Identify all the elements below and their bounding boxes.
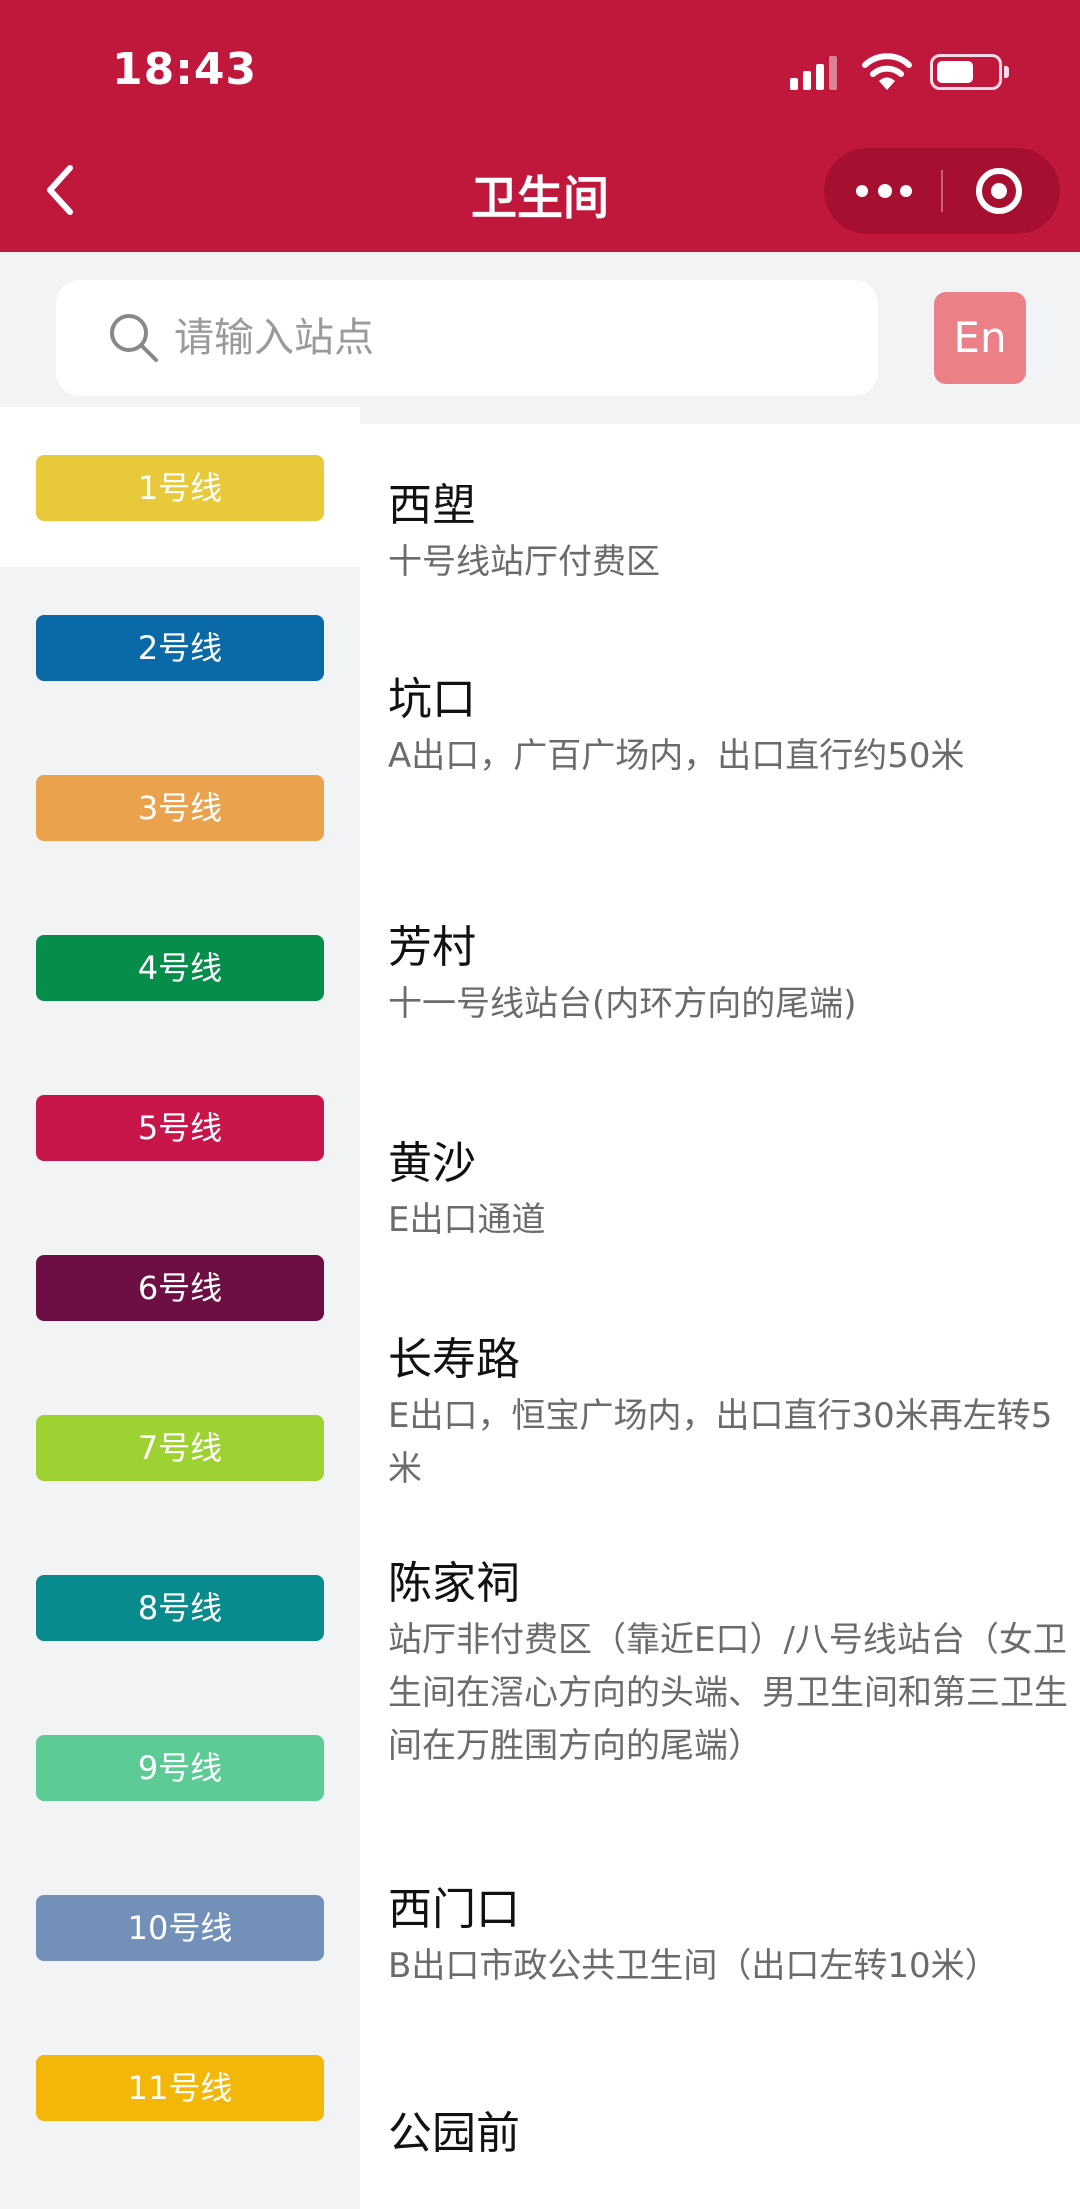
station-item[interactable]: 黄沙 E出口通道 — [388, 1136, 1068, 1247]
line-pill[interactable]: 10号线 — [36, 1895, 324, 1961]
line-pill[interactable]: 4号线 — [36, 935, 324, 1001]
sidebar-line-item[interactable]: 4号线 — [0, 887, 360, 1047]
line-pill[interactable]: 1号线 — [36, 455, 324, 521]
language-toggle-button[interactable]: En — [934, 292, 1026, 384]
line-sidebar: 1号线 2号线 3号线 4号线 5号线 6号线 7号线 8号线 9号线 10号线 11号线 — [0, 407, 360, 2209]
mini-program-capsule — [824, 148, 1060, 234]
station-item[interactable]: 长寿路 E出口，恒宝广场内，出口直行30米再左转5米 — [388, 1332, 1068, 1496]
sidebar-line-item[interactable]: 10号线 — [0, 1847, 360, 2007]
line-pill[interactable]: 7号线 — [36, 1415, 324, 1481]
line-pill[interactable]: 6号线 — [36, 1255, 324, 1321]
line-pill[interactable]: 2号线 — [36, 615, 324, 681]
station-description: 站厅非付费区（靠近E口）/八号线站台（女卫生间在滘心方向的头端、男卫生间和第三卫… — [388, 1620, 1068, 1766]
station-name: 西门口 — [388, 1884, 520, 1935]
sidebar-line-item[interactable]: 8号线 — [0, 1527, 360, 1687]
cellular-signal-icon — [790, 56, 840, 90]
sidebar-line-item[interactable]: 2号线 — [0, 567, 360, 727]
capsule-divider — [941, 170, 943, 212]
sidebar-line-item[interactable]: 9号线 — [0, 1687, 360, 1847]
station-description: E出口，恒宝广场内，出口直行30米再左转5米 — [388, 1396, 1053, 1489]
line-pill[interactable]: 9号线 — [36, 1735, 324, 1801]
sidebar-line-item[interactable]: 1号线 — [0, 407, 360, 567]
wifi-icon — [862, 53, 912, 90]
sidebar-line-item[interactable]: 7号线 — [0, 1367, 360, 1527]
sidebar-line-item[interactable]: 11号线 — [0, 2007, 360, 2167]
station-name: 长寿路 — [388, 1334, 520, 1385]
close-target-icon[interactable] — [976, 168, 1022, 214]
station-item[interactable]: 陈家祠站厅非付费区（靠近E口）/八号线站台（女卫生间在滘心方向的头端、男卫生间和… — [388, 1556, 1068, 1773]
line-pill[interactable]: 11号线 — [36, 2055, 324, 2121]
station-name: 芳村 — [388, 922, 476, 973]
station-name: 坑口 — [388, 674, 476, 725]
station-name: 黄沙 — [388, 1138, 476, 1189]
more-dots-icon[interactable] — [854, 176, 914, 206]
line-pill[interactable]: 8号线 — [36, 1575, 324, 1641]
station-item[interactable]: 西塱十号线站厅付费区 — [388, 478, 1068, 589]
station-description: E出口通道 — [388, 1200, 546, 1240]
station-item[interactable]: 公园前 — [388, 2106, 1068, 2162]
sidebar-line-item[interactable]: 3号线 — [0, 727, 360, 887]
station-list: 西塱十号线站厅付费区坑口 A出口，广百广场内，出口直行约50米芳村十一号线站台(内… — [360, 424, 1080, 2209]
station-name: 陈家祠 — [388, 1558, 520, 1609]
station-name: 公园前 — [388, 2108, 520, 2159]
sidebar-line-item[interactable]: 5号线 — [0, 1047, 360, 1207]
status-time: 18:43 — [112, 44, 258, 95]
station-item[interactable]: 西门口 B出口市政公共卫生间（出口左转10米） — [388, 1882, 1068, 1993]
search-input[interactable] — [174, 280, 854, 396]
search-box[interactable] — [56, 280, 878, 396]
station-description: 十号线站厅付费区 — [388, 542, 660, 582]
search-bar: En — [0, 252, 1080, 424]
battery-icon — [930, 54, 1009, 90]
search-icon — [110, 314, 158, 362]
station-description: A出口，广百广场内，出口直行约50米 — [388, 736, 965, 776]
sidebar-line-item[interactable]: 6号线 — [0, 1207, 360, 1367]
line-pill[interactable]: 5号线 — [36, 1095, 324, 1161]
top-bar: 18:43 卫生间 — [0, 0, 1080, 252]
station-description: B出口市政公共卫生间（出口左转10米） — [388, 1946, 999, 1986]
station-description: 十一号线站台(内环方向的尾端) — [388, 984, 857, 1024]
station-item[interactable]: 芳村十一号线站台(内环方向的尾端) — [388, 920, 1068, 1031]
line-pill[interactable]: 3号线 — [36, 775, 324, 841]
station-item[interactable]: 坑口 A出口，广百广场内，出口直行约50米 — [388, 672, 1068, 783]
station-name: 西塱 — [388, 480, 476, 531]
